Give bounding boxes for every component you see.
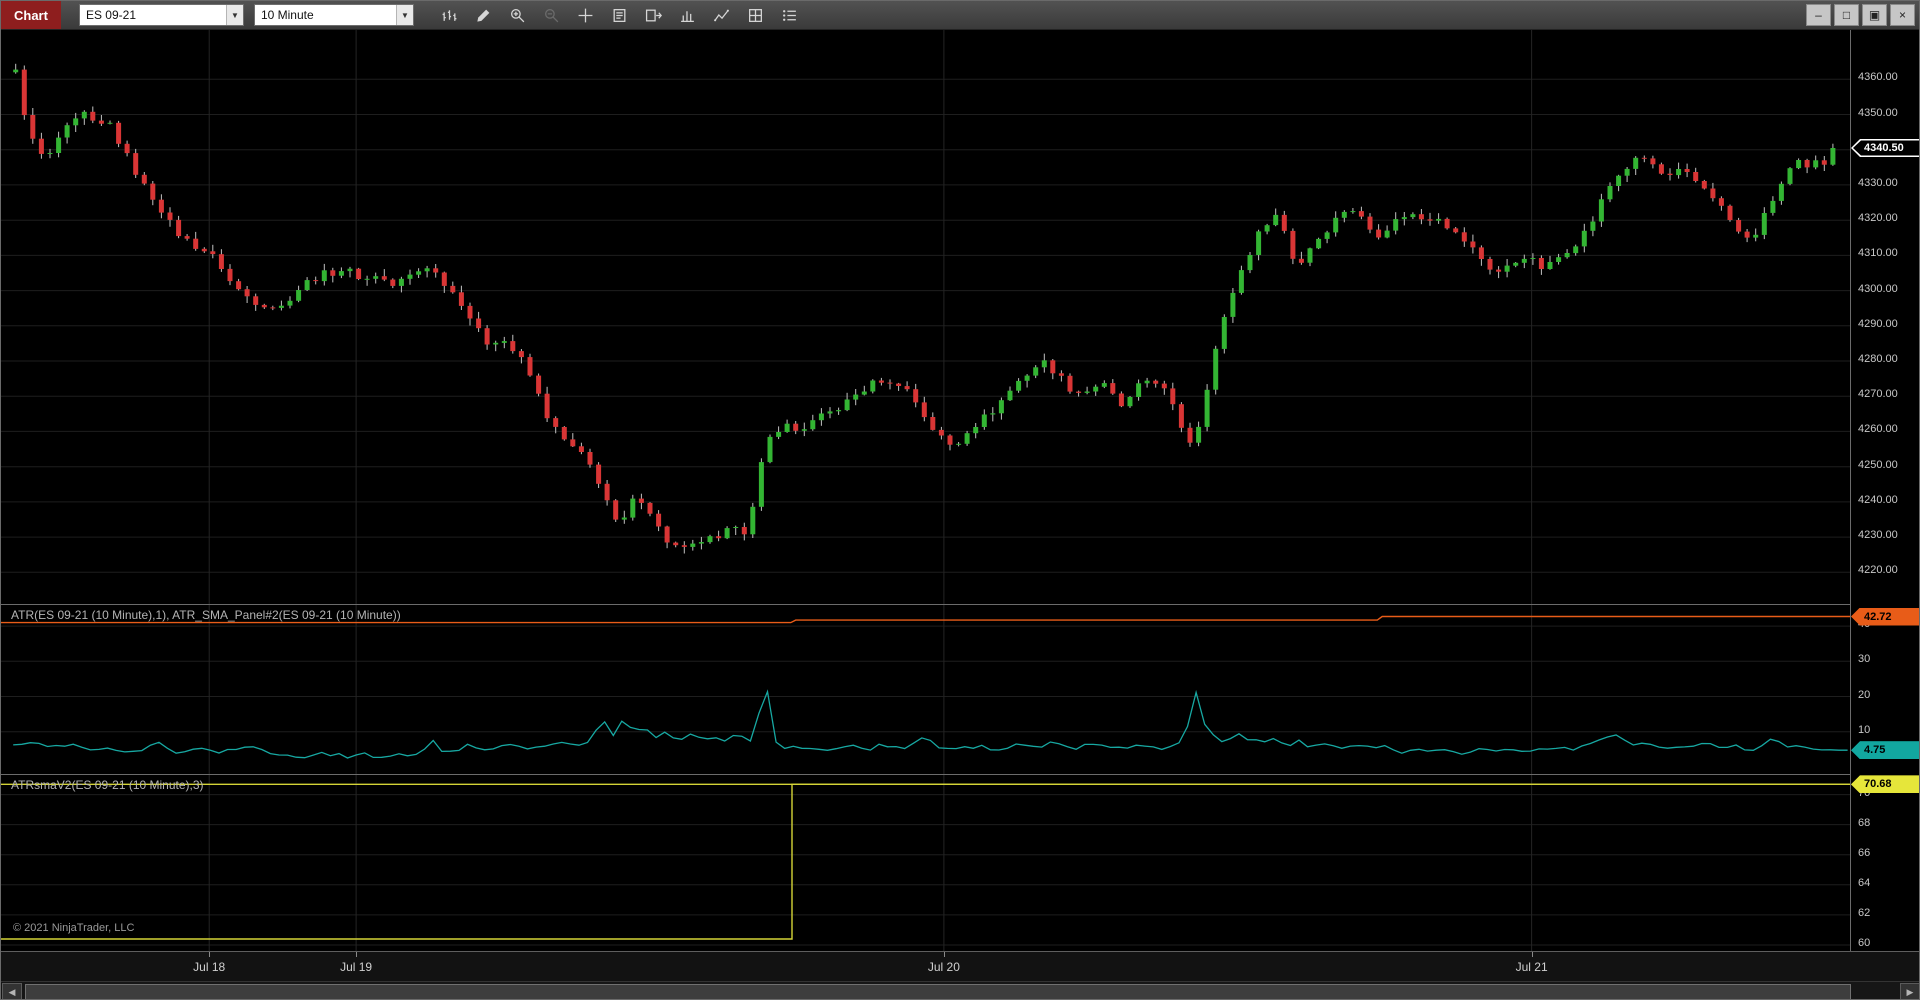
instrument-select[interactable]: ES 09-21 ▼ xyxy=(78,4,244,26)
y-axis-tick-label: 4250.00 xyxy=(1858,458,1898,471)
atr-panel-label: ATR(ES 09-21 (10 Minute),1), ATR_SMA_Pan… xyxy=(11,608,401,622)
price-axis[interactable]: 4360.004350.004340.004330.004320.004310.… xyxy=(1850,30,1919,951)
data-box-icon xyxy=(613,8,626,22)
toolbar-icons xyxy=(436,4,803,27)
indicators-button[interactable] xyxy=(674,4,701,27)
y-axis-tick-label: 4290.00 xyxy=(1858,317,1898,330)
crosshair-button[interactable] xyxy=(572,4,599,27)
y-axis-tick-label: 4330.00 xyxy=(1858,176,1898,189)
atrsma-panel-label: ATRsmaV2(ES 09-21 (10 Minute),3) xyxy=(11,778,204,792)
properties-icon xyxy=(782,9,796,21)
axis-value-marker: 4.75 xyxy=(1851,741,1919,760)
chevron-down-icon: ▼ xyxy=(225,5,243,25)
draw-line-button[interactable] xyxy=(708,4,735,27)
time-axis-tickmark xyxy=(209,952,210,957)
y-axis-tick-label: 62 xyxy=(1858,906,1871,919)
time-axis-tickmark xyxy=(944,952,945,957)
y-axis-tick-label: 20 xyxy=(1858,688,1871,701)
instrument-value: ES 09-21 xyxy=(85,8,136,22)
panel-splitter[interactable] xyxy=(1,604,1919,605)
minimize-button[interactable]: – xyxy=(1806,4,1831,26)
maximize-button[interactable]: □ xyxy=(1834,4,1859,26)
time-axis-tickmark xyxy=(356,952,357,957)
time-axis-label: Jul 19 xyxy=(340,960,373,974)
scroll-left-button[interactable]: ◀ xyxy=(2,983,22,999)
y-axis-tick-label: 4240.00 xyxy=(1858,493,1898,506)
y-axis-tick-label: 4320.00 xyxy=(1858,212,1898,225)
zoom-in-icon xyxy=(510,8,525,22)
drawing-tools-button[interactable] xyxy=(470,4,497,27)
chevron-down-icon: ▼ xyxy=(395,5,413,25)
time-axis-tickmark xyxy=(1532,952,1533,957)
window-tab-chart[interactable]: Chart xyxy=(1,1,61,29)
y-axis-tick-label: 68 xyxy=(1858,816,1871,829)
strategies-button[interactable] xyxy=(742,4,769,27)
y-axis-tick-label: 60 xyxy=(1858,936,1871,949)
atrsma-panel-chart[interactable] xyxy=(1,775,1850,951)
y-axis-tick-label: 4260.00 xyxy=(1858,423,1898,436)
panel-splitter[interactable] xyxy=(1,774,1919,775)
interval-value: 10 Minute xyxy=(260,8,314,22)
zoom-out-button[interactable] xyxy=(538,4,565,27)
scroll-right-button[interactable]: ▶ xyxy=(1900,983,1919,999)
bar-type-button[interactable] xyxy=(436,4,463,27)
time-axis[interactable]: Jul 18 Jul 19 Jul 20 Jul 21 xyxy=(1,951,1919,981)
horizontal-scrollbar[interactable]: ◀ ▶ xyxy=(1,981,1919,999)
time-axis-label: Jul 20 xyxy=(927,960,960,974)
y-axis-tick-label: 66 xyxy=(1858,846,1871,859)
indicators-icon xyxy=(681,10,694,22)
restore-button[interactable]: ▣ xyxy=(1862,4,1887,26)
interval-select[interactable]: 10 Minute ▼ xyxy=(253,4,414,26)
properties-button[interactable] xyxy=(776,4,803,27)
y-axis-tick-label: 4270.00 xyxy=(1858,388,1898,401)
axis-value-marker: 4340.50 xyxy=(1851,138,1919,157)
y-axis-tick-label: 4310.00 xyxy=(1858,247,1898,260)
y-axis-tick-label: 4220.00 xyxy=(1858,564,1898,577)
axis-value-marker: 70.68 xyxy=(1851,775,1919,794)
y-axis-tick-label: 4280.00 xyxy=(1858,353,1898,366)
window-controls: – □ ▣ × xyxy=(1806,4,1915,26)
bar-type-icon xyxy=(442,9,457,21)
copyright-text: © 2021 NinjaTrader, LLC xyxy=(13,922,135,934)
scrollbar-thumb[interactable] xyxy=(25,984,1851,999)
chart-trader-icon xyxy=(645,9,662,21)
y-axis-tick-label: 64 xyxy=(1858,876,1871,889)
y-axis-tick-label: 4350.00 xyxy=(1858,106,1898,119)
strategies-icon xyxy=(748,8,762,22)
price-panel-chart[interactable] xyxy=(1,30,1850,604)
y-axis-tick-label: 4360.00 xyxy=(1858,71,1898,84)
axis-value-marker: 42.72 xyxy=(1851,607,1919,626)
crosshair-icon xyxy=(578,8,593,22)
chart-trader-button[interactable] xyxy=(640,4,667,27)
close-button[interactable]: × xyxy=(1890,4,1915,26)
y-axis-tick-label: 4230.00 xyxy=(1858,529,1898,542)
draw-line-icon xyxy=(714,9,729,21)
y-axis-tick-label: 4300.00 xyxy=(1858,282,1898,295)
drawing-tools-icon xyxy=(477,9,490,22)
y-axis-tick-label: 10 xyxy=(1858,723,1871,736)
y-axis-tick-label: 30 xyxy=(1858,653,1871,666)
zoom-in-button[interactable] xyxy=(504,4,531,27)
chart-window: Chart ES 09-21 ▼ 10 Minute ▼ – □ ▣ × ATR(ES… xyxy=(0,0,1920,1000)
atr-panel-chart[interactable] xyxy=(1,605,1850,774)
zoom-out-icon xyxy=(544,8,559,22)
time-axis-label: Jul 18 xyxy=(193,960,226,974)
toolbar: Chart ES 09-21 ▼ 10 Minute ▼ – □ ▣ × xyxy=(1,1,1919,30)
time-axis-label: Jul 21 xyxy=(1515,960,1548,974)
data-box-button[interactable] xyxy=(606,4,633,27)
